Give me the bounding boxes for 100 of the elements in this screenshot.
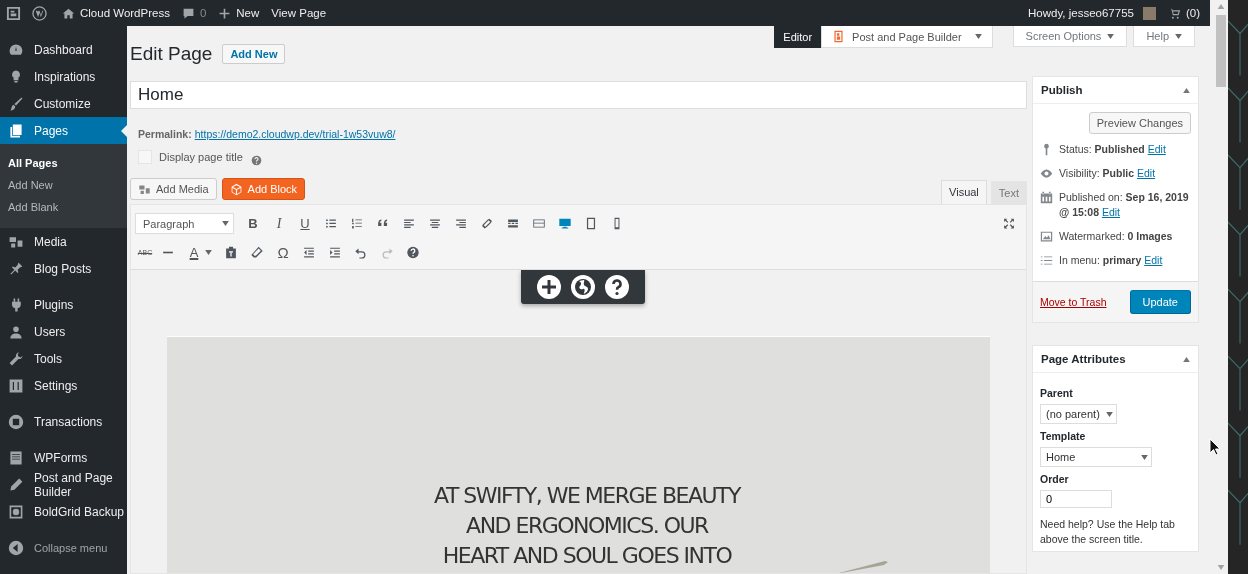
edit-link[interactable]: Edit xyxy=(1147,143,1166,155)
speech-bubble-icon xyxy=(181,6,195,20)
edit-link[interactable]: Edit xyxy=(1137,167,1156,179)
sidebar-item[interactable]: Dashboard xyxy=(0,36,127,63)
eye-icon xyxy=(1040,167,1053,180)
sidebar-item[interactable]: Plugins xyxy=(0,291,127,318)
italic-button[interactable]: I xyxy=(266,215,292,232)
edit-link[interactable]: Edit xyxy=(1144,254,1163,266)
add-new-button[interactable]: Add New xyxy=(222,44,286,64)
permalink-label: Permalink: xyxy=(138,128,192,140)
sidebar-item[interactable]: Media xyxy=(0,228,127,255)
caret-icon xyxy=(1141,454,1148,460)
caret-icon xyxy=(222,221,229,226)
pages-icon xyxy=(8,122,24,139)
page-title: Edit Page xyxy=(130,43,213,65)
wordpress-logo-icon[interactable] xyxy=(32,5,47,21)
avatar-placeholder xyxy=(1142,6,1156,20)
add-media-button[interactable]: Add Media xyxy=(130,178,217,200)
account-link[interactable]: Howdy, jesseo67755 xyxy=(1022,6,1162,20)
move-to-trash-link[interactable]: Move to Trash xyxy=(1040,296,1107,308)
sidebar-item[interactable]: Customize xyxy=(0,90,127,117)
sidebar-item[interactable]: Users xyxy=(0,318,127,345)
field-label: Parent xyxy=(1040,387,1074,399)
calendar-icon xyxy=(1040,191,1053,204)
wrench-icon xyxy=(8,350,24,367)
checkbox-label: Display page title xyxy=(159,151,243,163)
panel-title: Publish xyxy=(1041,84,1083,96)
submenu-item[interactable]: Add Blank xyxy=(0,196,127,218)
publish-info-text: Status: Published Edit xyxy=(1059,142,1166,157)
safe-icon xyxy=(8,503,24,520)
globe-icon[interactable] xyxy=(571,275,595,299)
paintbrush-icon xyxy=(8,95,24,112)
submenu-item[interactable]: All Pages xyxy=(0,152,127,174)
caret-icon xyxy=(1105,411,1113,417)
sidebar-item[interactable]: Blog Posts xyxy=(0,255,127,282)
screen-tab[interactable]: Editor xyxy=(774,26,822,48)
hero-headline: AT SWIFTY, WE MERGE BEAUTY AND ERGONOMICS. OUR HEART AND SOUL GOES INTO xyxy=(433,482,742,570)
preview-changes-button[interactable]: Preview Changes xyxy=(1088,112,1191,134)
underline-button[interactable]: U xyxy=(292,216,318,231)
format-dropdown[interactable]: Paragraph xyxy=(135,213,234,234)
mouse-pointer-icon xyxy=(1209,438,1221,456)
publish-info-text: Visibility: Public Edit xyxy=(1059,166,1156,181)
page-builder-icon xyxy=(832,30,846,43)
sidebar-item[interactable]: Transactions xyxy=(0,408,127,435)
caret-icon[interactable] xyxy=(205,250,212,255)
collapse-arrow-icon[interactable] xyxy=(1183,87,1190,93)
sidebar-item[interactable]: BoldGrid Backup xyxy=(0,498,127,525)
scrollbar-thumb[interactable] xyxy=(1215,15,1226,87)
plus-icon xyxy=(218,6,232,20)
pushpin-icon xyxy=(8,260,24,277)
sidebar-item[interactable]: Pages xyxy=(0,117,127,144)
order-field[interactable]: 0 xyxy=(1040,490,1112,508)
collapse-icon xyxy=(8,539,24,556)
sidebar-item[interactable]: Settings xyxy=(0,372,127,399)
update-button[interactable]: Update xyxy=(1129,290,1191,314)
collapse-arrow-icon[interactable] xyxy=(1183,356,1190,362)
view-mode-tab[interactable]: Text xyxy=(990,181,1027,204)
caret-icon xyxy=(1175,33,1182,39)
caret-icon xyxy=(1107,33,1115,39)
parent-select[interactable]: (no parent) xyxy=(1040,404,1117,424)
sidebar-item[interactable]: WPForms xyxy=(0,444,127,471)
bold-button[interactable]: B xyxy=(240,216,266,231)
image-icon xyxy=(1040,230,1053,243)
add-icon[interactable] xyxy=(537,275,561,299)
comments-link[interactable]: 0 xyxy=(175,6,213,20)
new-link[interactable]: New xyxy=(212,6,266,20)
gauge-icon xyxy=(8,41,24,58)
pencil-icon xyxy=(8,476,24,493)
field-label: Order xyxy=(1040,473,1070,485)
cube-icon xyxy=(229,182,243,196)
sidebar-item[interactable]: Post and Page Builder xyxy=(0,471,127,498)
publish-info-text: In menu: primary Edit xyxy=(1059,253,1163,268)
form-icon xyxy=(8,449,24,466)
collapse-menu-button[interactable]: Collapse menu xyxy=(0,534,127,561)
sliders-icon xyxy=(8,377,24,394)
help-icon[interactable] xyxy=(605,275,629,299)
edit-link[interactable]: Edit xyxy=(1101,206,1121,218)
screen-meta-button[interactable]: Screen Options xyxy=(1012,26,1128,47)
circle-logo-icon xyxy=(8,413,24,430)
sidebar-item[interactable]: Tools xyxy=(0,345,127,372)
view-mode-tab[interactable]: Visual xyxy=(941,180,987,204)
text-color-button[interactable]: A xyxy=(185,245,203,260)
pen-drawing xyxy=(839,559,889,573)
permalink-link[interactable]: https://demo2.cloudwp.dev/trial-1w53vuw8/ xyxy=(194,128,396,140)
screen-tab[interactable]: Post and Page Builder xyxy=(821,26,993,48)
user-icon xyxy=(8,323,24,340)
screen-meta-button[interactable]: Help xyxy=(1133,26,1195,47)
title-field[interactable]: Home xyxy=(130,81,1027,109)
help-text: Need help? Use the Help tab above the screen title. xyxy=(1040,517,1176,547)
grid-logo-icon[interactable] xyxy=(6,5,21,21)
special-character-button[interactable]: Ω xyxy=(270,244,296,261)
panel-title: Page Attributes xyxy=(1041,353,1126,365)
template-select[interactable]: Home xyxy=(1040,447,1152,467)
cart-link[interactable]: (0) xyxy=(1161,6,1206,20)
sidebar-item[interactable]: Inspirations xyxy=(0,63,127,90)
view-page-link[interactable]: View Page xyxy=(265,7,333,19)
site-name-link[interactable]: Cloud WordPress xyxy=(56,6,176,20)
menu-list-icon xyxy=(1040,254,1053,267)
submenu-item[interactable]: Add New xyxy=(0,174,127,196)
home-icon xyxy=(62,6,75,20)
